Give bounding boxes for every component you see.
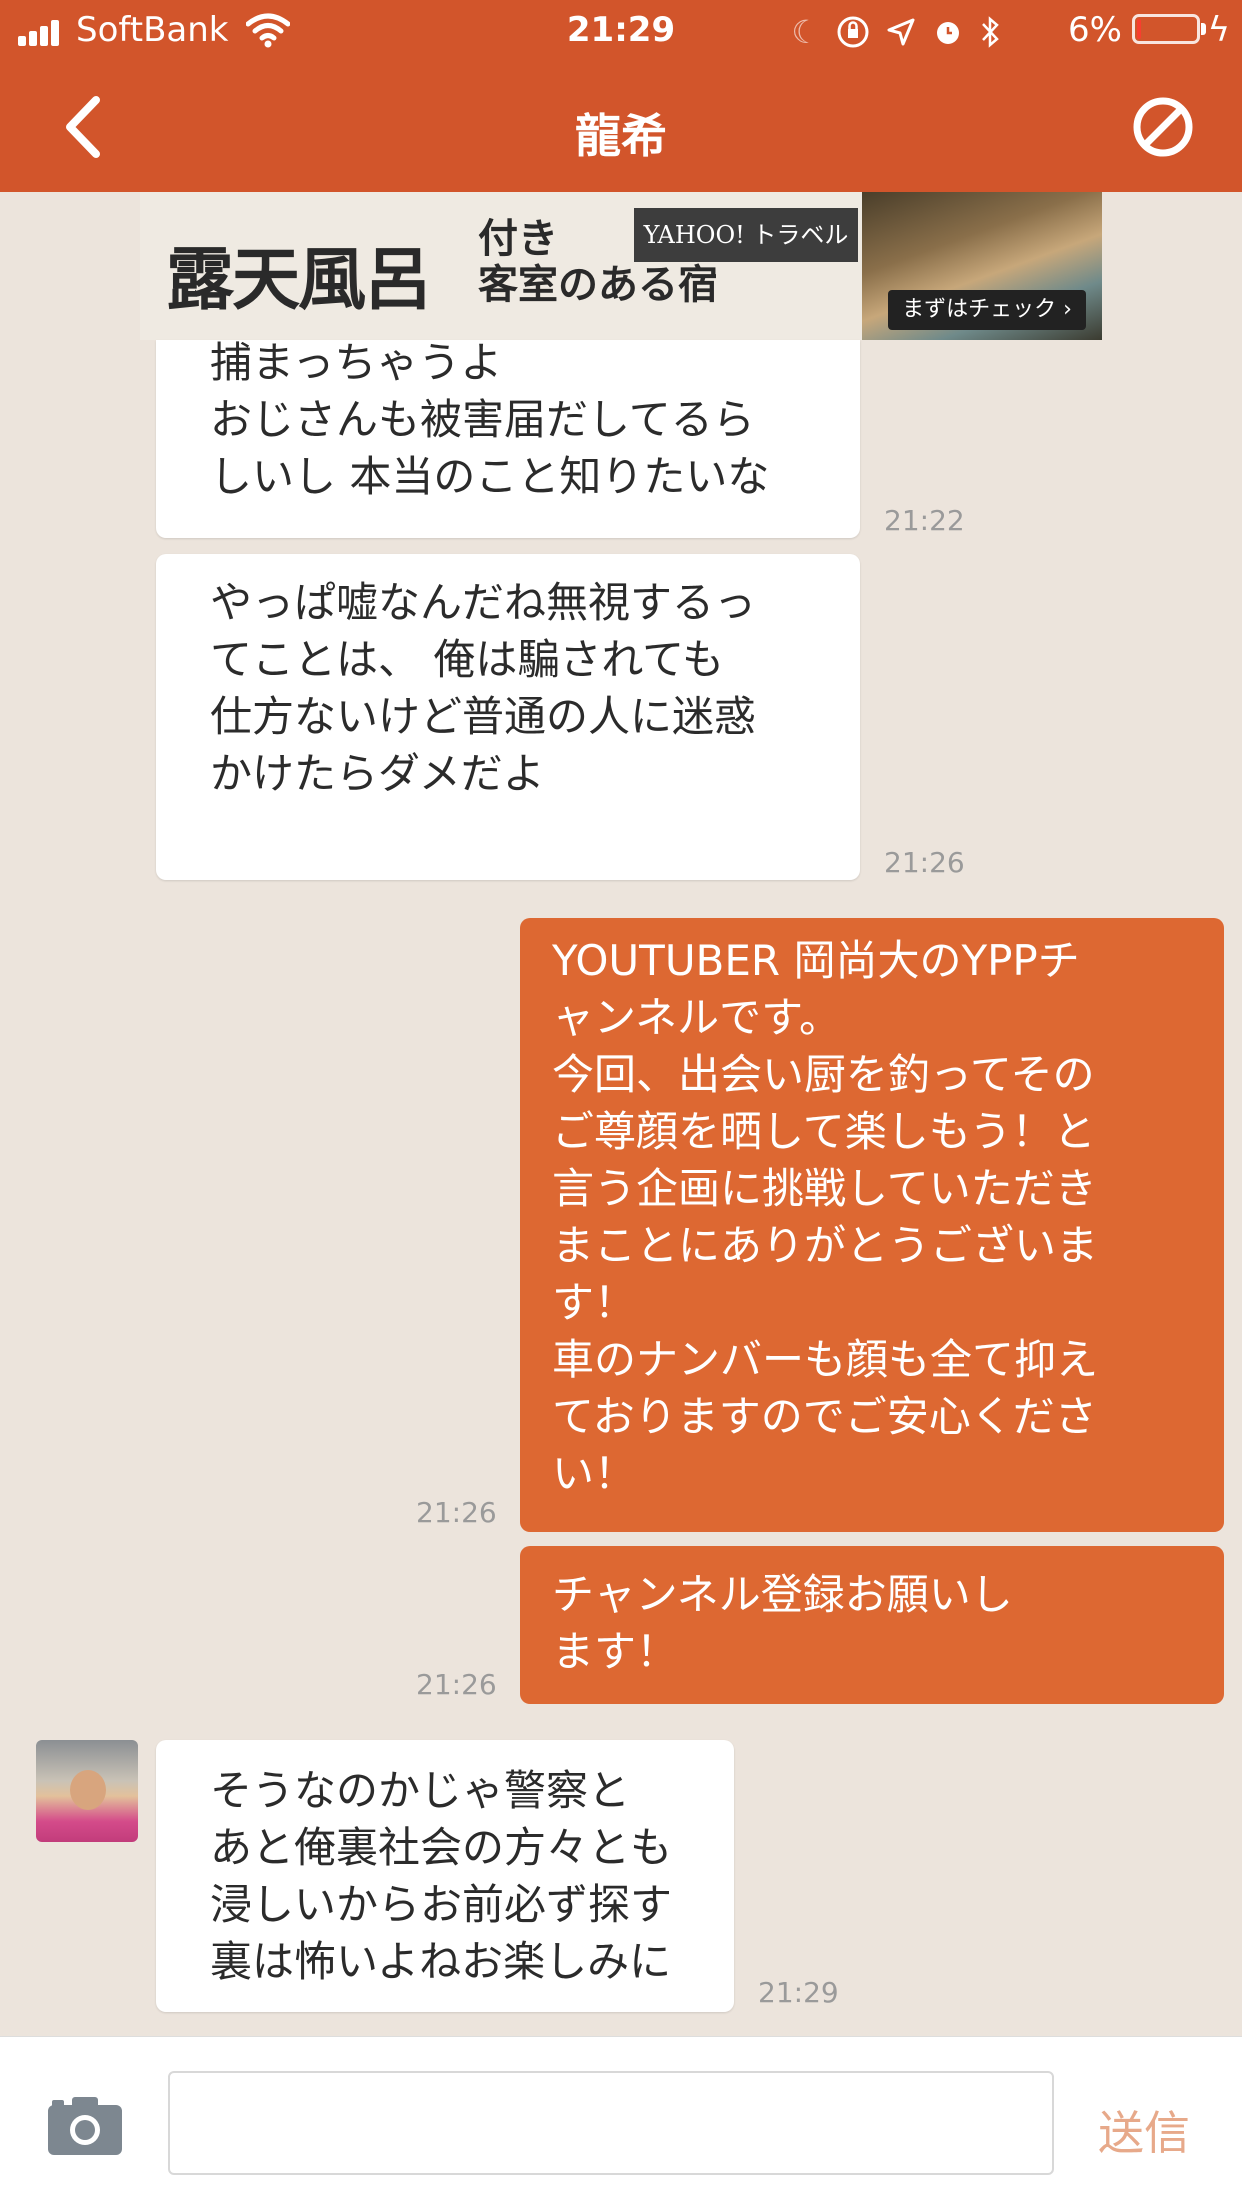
alarm-icon [937,22,959,44]
message-bubble-incoming: やっぱ嘘なんだね無視するっ てことは、 俺は騙されても 仕方ないけど普通の人に迷… [156,554,860,880]
ad-cta-button[interactable]: まずはチェック › [888,290,1086,330]
message-bubble-outgoing: YOUTUBER 岡尚大のYPPチ ャンネルです。 今回、出会い厨を釣ってその … [520,918,1224,1532]
message-line: やっぱ嘘なんだね無視するっ [210,578,757,627]
message-bubble-outgoing: チャンネル登録お願いし ます！ [520,1546,1224,1704]
message-line: ます！ [552,1627,679,1676]
message-line: まことにありがとうございま [552,1221,1099,1270]
top-bar: SoftBank 21:29 ☾ 6% ϟ 龍希 [0,0,1242,192]
ad-main-text: 露天風呂 [166,240,432,320]
message-line: チャンネル登録お願いし [552,1570,1013,1619]
message-line: そうなのかじゃ警察と [210,1766,631,1815]
message-line: 車のナンバーも顔も全て抑え [552,1335,1099,1384]
message-line: YOUTUBER 岡尚大のYPPチ [552,936,1080,985]
message-line: 仕方ないけど普通の人に迷惑 [210,692,757,741]
message-line: しいし 本当のこと知りたいな [210,452,770,501]
message-time: 21:29 [758,1976,839,2009]
avatar[interactable] [36,1740,138,1842]
nav-bar: 龍希 [0,62,1242,192]
message-line: おじさんも被害届だしてるら [210,395,755,444]
message-line: い！ [552,1449,637,1498]
message-bubble-incoming: そうなのかじゃ警察と あと俺裏社会の方々とも 浸しいからお前必ず探す 裏は怖いよ… [156,1740,734,2012]
location-icon [887,18,915,46]
input-bar: 送信 [0,2036,1242,2209]
block-icon[interactable] [1128,92,1198,162]
status-bar: SoftBank 21:29 ☾ 6% ϟ [0,0,1242,62]
ad-logo: YAHOO! トラベル [634,208,858,262]
message-line: てことは、 俺は騙されても [210,635,724,684]
message-time: 21:26 [416,1496,497,1529]
status-icons: ☾ [791,12,1002,52]
charging-icon: ϟ [1207,10,1230,50]
message-bubble-incoming: 捕まっちゃうよ おじさんも被害届だしてるら しいし 本当のこと知りたいな [156,338,860,538]
message-time: 21:26 [884,846,965,879]
battery-icon [1132,14,1200,44]
moon-icon: ☾ [791,13,820,51]
bluetooth-icon [982,16,999,48]
status-time: 21:29 [566,10,676,50]
message-line: かけたらダメだよ [210,749,545,798]
message-line: 浸しいからお前必ず探す [210,1880,673,1929]
message-input[interactable] [168,2071,1054,2175]
message-line: あと俺裏社会の方々とも [210,1823,673,1872]
camera-icon[interactable] [46,2095,124,2157]
message-line: 言う企画に挑戦していただき [552,1164,1097,1213]
battery-percent: 6% [1068,10,1122,50]
message-line: ておりますのでご安心くださ [552,1392,1097,1441]
ad-sub-line2: 客室のある宿 [478,261,718,308]
orientation-lock-icon [837,16,869,48]
battery-tip [1201,23,1206,35]
page-title: 龍希 [575,109,667,163]
message-time: 21:26 [416,1668,497,1701]
message-line: ご尊顔を晒して楽しもう！と [552,1107,1096,1156]
send-button[interactable]: 送信 [1098,2097,1190,2163]
message-time: 21:22 [884,504,965,537]
message-line: 捕まっちゃうよ [210,338,503,387]
message-line: す！ [552,1278,637,1327]
message-line: ャンネルです。 [552,993,841,1042]
message-line: 裏は怖いよねお楽しみに [210,1937,672,1986]
message-line: 今回、出会い厨を釣ってその [552,1050,1095,1099]
ad-banner[interactable]: 露天風呂 付き 客室のある宿 YAHOO! トラベル まずはチェック › [140,192,1102,340]
